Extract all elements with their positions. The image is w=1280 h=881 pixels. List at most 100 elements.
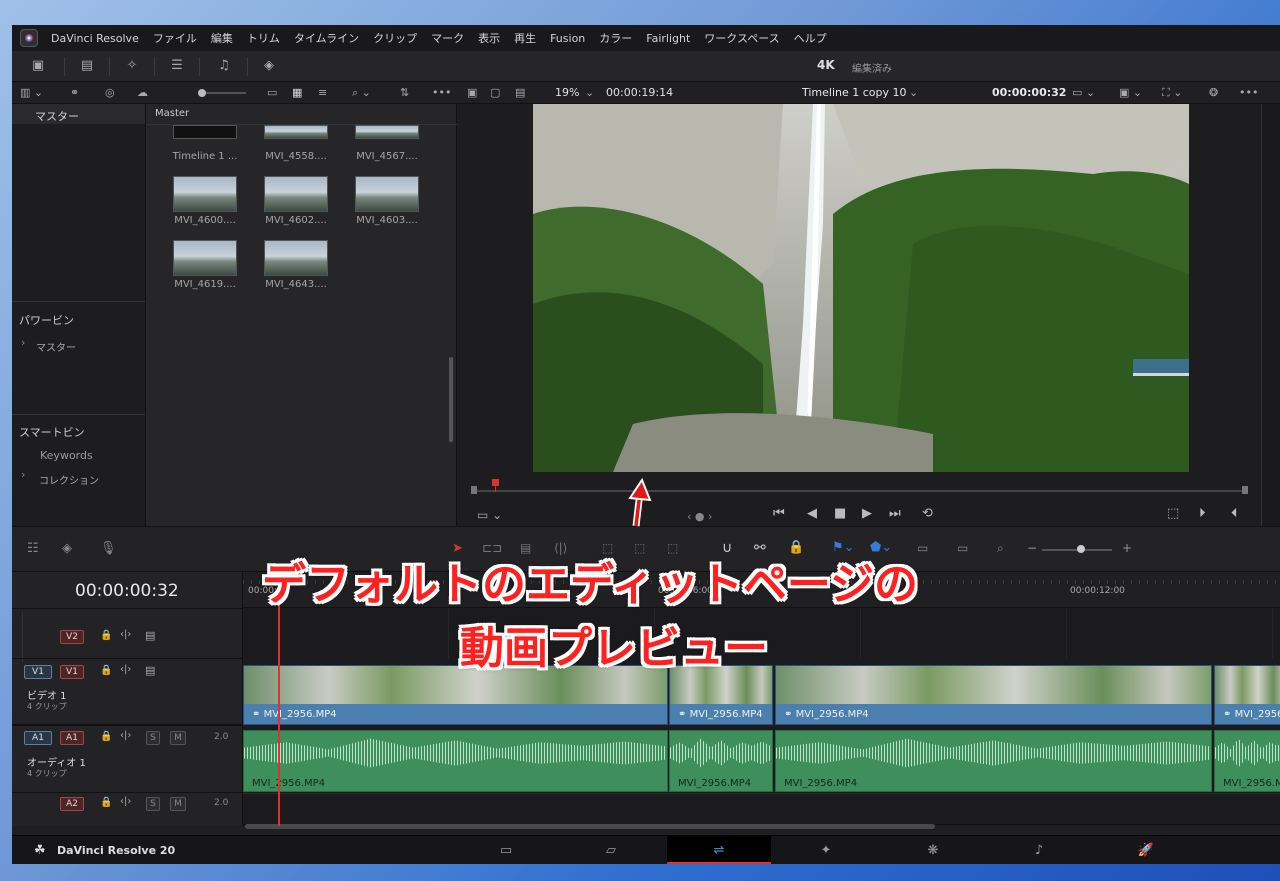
thumbnail-size-slider[interactable] — [201, 92, 246, 94]
smart-bin-collection[interactable]: コレクション — [39, 472, 99, 487]
source-viewer-icon[interactable]: ▣ — [467, 85, 477, 101]
chevron-right-icon[interactable]: › — [21, 336, 25, 349]
master-bin[interactable]: マスター — [35, 108, 79, 124]
menu-fusion[interactable]: Fusion — [543, 32, 592, 45]
audio-clip[interactable]: MVI_2956.MP4 — [243, 730, 668, 792]
chevron-down-icon[interactable]: ⌄ — [585, 85, 594, 101]
linked-selection-icon[interactable]: ◈ — [62, 541, 72, 556]
slider-handle[interactable] — [198, 89, 206, 97]
sound-library-icon[interactable]: ♫ — [215, 58, 233, 74]
detail-zoom-icon[interactable]: ▭ — [957, 541, 968, 555]
video-clip[interactable]: ⚭ MVI_2956.MP4 — [775, 665, 1212, 725]
a2-target-button[interactable]: A2 — [60, 797, 84, 811]
jog-control-icon[interactable]: ‹ ● › — [687, 510, 712, 523]
skip-to-start-icon[interactable]: ⏮ — [773, 506, 785, 521]
audio-clip[interactable]: MVI_2956.MP4 — [669, 730, 773, 792]
in-point-marker[interactable] — [471, 486, 477, 494]
timeline-scrollbar[interactable] — [245, 824, 935, 829]
lock-icon[interactable]: 🔒 — [100, 731, 112, 742]
stop-icon[interactable]: ■ — [834, 506, 846, 521]
auto-select-icon[interactable]: ‹|› — [120, 664, 131, 675]
prev-edit-icon[interactable]: ⏴ — [1231, 506, 1238, 521]
auto-select-icon[interactable]: ‹|› — [120, 796, 131, 807]
zoom-level[interactable]: 19% — [555, 85, 579, 101]
play-reverse-icon[interactable]: ◀ — [807, 506, 817, 521]
dual-viewer-icon[interactable]: ▤ — [515, 85, 525, 101]
deliver-page-icon[interactable]: 🚀 — [1137, 843, 1155, 859]
media-page-icon[interactable]: ▭ — [497, 843, 515, 859]
play-icon[interactable]: ▶ — [862, 506, 872, 521]
menu-clip[interactable]: クリップ — [366, 30, 424, 46]
microphone-icon[interactable]: 🎙 — [100, 541, 117, 556]
video-clip[interactable]: ⚭ MVI_2956.MP4 — [1214, 665, 1280, 725]
zoom-in-icon[interactable]: + — [1122, 541, 1132, 555]
effects-icon[interactable]: ▤ — [78, 58, 96, 74]
fairlight-page-icon[interactable]: ♪ — [1030, 843, 1048, 859]
menu-trim[interactable]: トリム — [240, 30, 287, 46]
search-icon[interactable]: ⌕ ⌄ — [352, 85, 371, 101]
zoom-slider-handle[interactable] — [1077, 545, 1085, 553]
more-options-icon[interactable]: ••• — [1239, 85, 1258, 101]
mute-button[interactable]: M — [170, 731, 186, 745]
menu-mark[interactable]: マーク — [424, 30, 471, 46]
mute-button[interactable]: M — [170, 797, 186, 811]
list-view-icon[interactable]: ≡ — [318, 85, 327, 101]
next-edit-icon[interactable]: ⏵ — [1199, 506, 1206, 521]
a1-source-button[interactable]: A1 — [24, 731, 52, 745]
clip-thumbnail[interactable] — [355, 125, 419, 139]
cut-page-icon[interactable]: ▱ — [602, 843, 620, 859]
menu-edit[interactable]: 編集 — [204, 30, 240, 46]
edit-page-icon[interactable]: ⇌ — [710, 843, 728, 859]
filmstrip-view-icon[interactable]: ▭ — [267, 85, 277, 101]
v1-source-button[interactable]: V1 — [24, 665, 52, 679]
v1-target-button[interactable]: V1 — [60, 665, 84, 679]
match-frame-icon[interactable]: ⬚ — [1167, 506, 1179, 521]
menu-workspace[interactable]: ワークスペース — [697, 30, 786, 46]
clip-thumbnail[interactable] — [264, 176, 328, 212]
menu-fairlight[interactable]: Fairlight — [639, 32, 697, 45]
metadata-icon[interactable]: ◎ — [105, 85, 115, 101]
fusion-page-icon[interactable]: ✦ — [817, 843, 835, 859]
audio-clip[interactable]: MVI_2956.MP4 — [775, 730, 1212, 792]
menu-color[interactable]: カラー — [592, 30, 639, 46]
lock-icon[interactable]: 🔒 — [100, 797, 112, 808]
v2-target-button[interactable]: V2 — [60, 630, 84, 644]
full-extent-zoom-icon[interactable]: ▭ — [917, 541, 928, 555]
scrollbar[interactable] — [449, 357, 453, 442]
media-pool-icon[interactable]: ▣ — [29, 58, 47, 74]
thumbnail-view-icon[interactable]: ▦ — [292, 85, 302, 101]
timeline-view-options-icon[interactable]: ☷ — [27, 541, 39, 556]
auto-select-icon[interactable]: ‹|› — [120, 629, 131, 640]
single-viewer-icon[interactable]: ▢ — [490, 85, 500, 101]
link-icon[interactable]: ⚭ — [70, 85, 79, 101]
sort-icon[interactable]: ⇅ — [400, 85, 409, 101]
clip-thumbnail[interactable] — [173, 240, 237, 276]
menu-file[interactable]: ファイル — [146, 30, 204, 46]
safe-area-icon[interactable]: ▭ ⌄ — [1072, 85, 1095, 101]
zoom-out-icon[interactable]: − — [1027, 541, 1037, 555]
magic-wand-icon[interactable]: ✧ — [123, 58, 141, 74]
proxy-icon[interactable]: ▣ ⌄ — [1119, 85, 1142, 101]
chevron-down-icon[interactable]: ⌄ — [909, 85, 918, 101]
clip-thumbnail[interactable] — [173, 176, 237, 212]
track-video-icon[interactable]: ▤ — [145, 629, 155, 642]
auto-select-icon[interactable]: ‹|› — [120, 730, 131, 741]
more-options-icon[interactable]: ••• — [432, 85, 451, 101]
out-point-marker[interactable] — [1242, 486, 1248, 494]
clip-thumbnail[interactable] — [264, 240, 328, 276]
loop-icon[interactable]: ⟲ — [922, 506, 933, 521]
scrubber-track[interactable] — [474, 490, 1246, 492]
crop-icon[interactable]: ▭ ⌄ — [477, 508, 502, 522]
transform-icon[interactable]: ⛶ ⌄ — [1162, 85, 1182, 101]
panel-layout-icon[interactable]: ▥ ⌄ — [20, 85, 43, 101]
menu-help[interactable]: ヘルプ — [787, 30, 834, 46]
color-page-icon[interactable]: ❋ — [924, 843, 942, 859]
clip-thumbnail[interactable] — [355, 176, 419, 212]
smart-bin-keywords[interactable]: Keywords — [40, 449, 93, 462]
clip-thumbnail[interactable] — [173, 125, 237, 139]
color-icon[interactable]: ❂ — [1209, 85, 1218, 101]
edit-index-icon[interactable]: ☰ — [168, 58, 186, 74]
audio-clip[interactable]: MVI_2956.MP4 — [1214, 730, 1280, 792]
menu-timeline[interactable]: タイムライン — [287, 30, 366, 46]
clip-thumbnail[interactable] — [264, 125, 328, 139]
